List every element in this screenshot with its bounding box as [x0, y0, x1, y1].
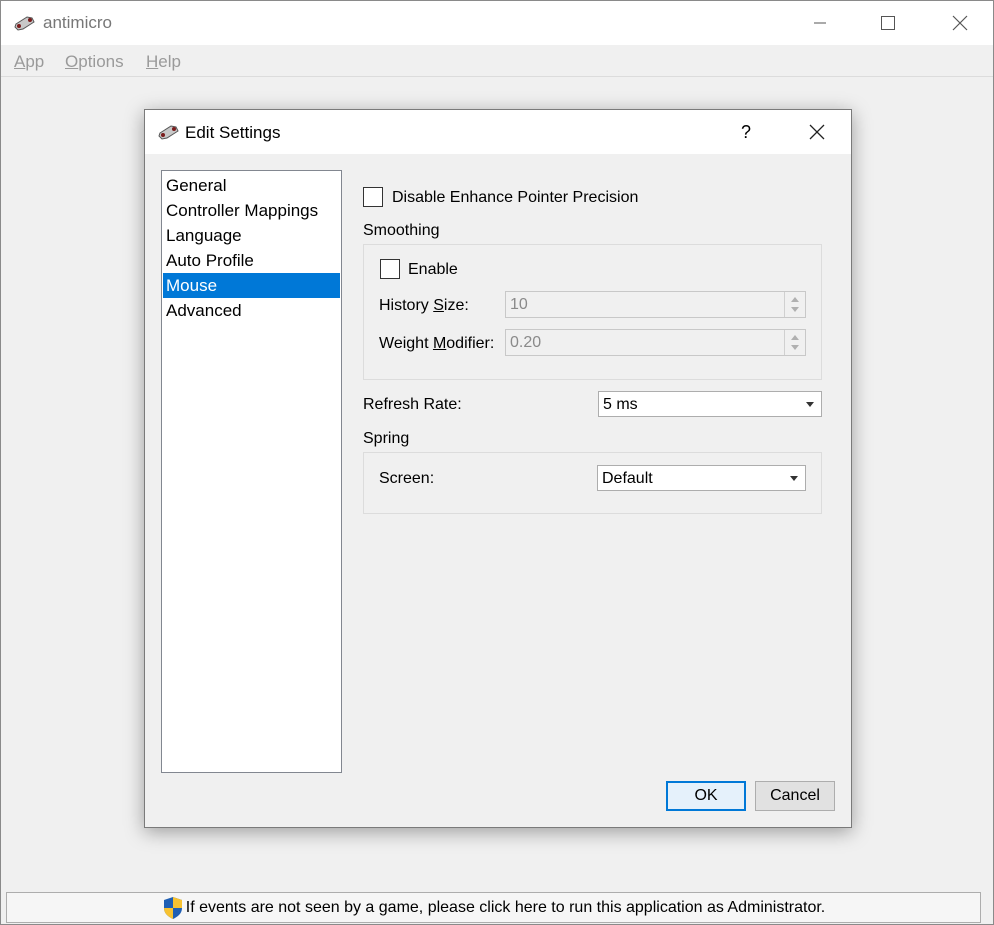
weight-modifier-stepper[interactable]	[784, 330, 805, 355]
category-advanced[interactable]: Advanced	[163, 298, 340, 323]
screen-label: Screen:	[379, 470, 435, 487]
spin-up-icon	[791, 297, 799, 302]
close-icon	[809, 124, 825, 140]
cancel-button[interactable]: Cancel	[755, 781, 835, 811]
spring-group-label: Spring	[363, 430, 410, 447]
weight-modifier-label: Weight Modifier:	[379, 335, 495, 352]
spin-down-icon	[791, 307, 799, 312]
smoothing-group-label: Smoothing	[363, 222, 440, 239]
menu-app[interactable]: App	[14, 52, 44, 72]
run-as-admin-button[interactable]: If events are not seen by a game, please…	[6, 892, 981, 923]
category-controller-mappings[interactable]: Controller Mappings	[163, 198, 340, 223]
maximize-icon	[881, 16, 895, 30]
gamepad-icon	[14, 16, 35, 31]
help-button[interactable]: ?	[741, 122, 751, 143]
minimize-icon	[814, 22, 826, 24]
menu-options[interactable]: Options	[65, 52, 124, 72]
chevron-down-icon	[806, 402, 814, 407]
menu-help[interactable]: Help	[146, 52, 181, 72]
history-size-label: History Size:	[379, 297, 469, 314]
minimize-button[interactable]	[797, 1, 843, 45]
spin-down-icon	[791, 345, 799, 350]
admin-notice-text: If events are not seen by a game, please…	[185, 898, 826, 916]
smoothing-enable-label: Enable	[408, 261, 458, 278]
ok-button[interactable]: OK	[666, 781, 746, 811]
menubar: App Options Help	[1, 45, 993, 77]
spin-up-icon	[791, 335, 799, 340]
close-icon	[952, 15, 968, 31]
smoothing-group: Enable History Size: 10 Weight Modifier:…	[363, 244, 822, 380]
weight-modifier-value: 0.20	[510, 334, 542, 351]
history-size-stepper[interactable]	[784, 292, 805, 317]
dialog-title: Edit Settings	[185, 123, 281, 142]
refresh-rate-value: 5 ms	[603, 396, 638, 413]
dialog-close-button[interactable]	[795, 110, 839, 154]
history-size-value: 10	[510, 296, 528, 313]
app-title: antimicro	[43, 13, 112, 32]
weight-modifier-spinbox[interactable]: 0.20	[505, 329, 806, 356]
smoothing-enable-checkbox[interactable]	[380, 259, 400, 279]
edit-settings-dialog: Edit Settings ? General Controller Mappi…	[144, 109, 852, 828]
maximize-button[interactable]	[865, 1, 911, 45]
uac-shield-icon	[163, 896, 182, 919]
main-titlebar: antimicro	[1, 1, 993, 45]
category-language[interactable]: Language	[163, 223, 340, 248]
refresh-rate-select[interactable]: 5 ms	[598, 391, 822, 417]
screen-value: Default	[602, 470, 653, 487]
category-list[interactable]: General Controller Mappings Language Aut…	[161, 170, 342, 773]
category-mouse[interactable]: Mouse	[163, 273, 340, 298]
chevron-down-icon	[790, 476, 798, 481]
disable-precision-checkbox[interactable]	[363, 187, 383, 207]
disable-precision-label: Disable Enhance Pointer Precision	[392, 189, 639, 206]
gamepad-icon	[158, 125, 179, 140]
history-size-spinbox[interactable]: 10	[505, 291, 806, 318]
category-auto-profile[interactable]: Auto Profile	[163, 248, 340, 273]
spring-group: Screen: Default	[363, 452, 822, 514]
close-window-button[interactable]	[937, 1, 983, 45]
category-general[interactable]: General	[163, 173, 340, 198]
refresh-rate-label: Refresh Rate:	[363, 396, 462, 413]
dialog-titlebar: Edit Settings ?	[145, 110, 851, 154]
screen-select[interactable]: Default	[597, 465, 806, 491]
